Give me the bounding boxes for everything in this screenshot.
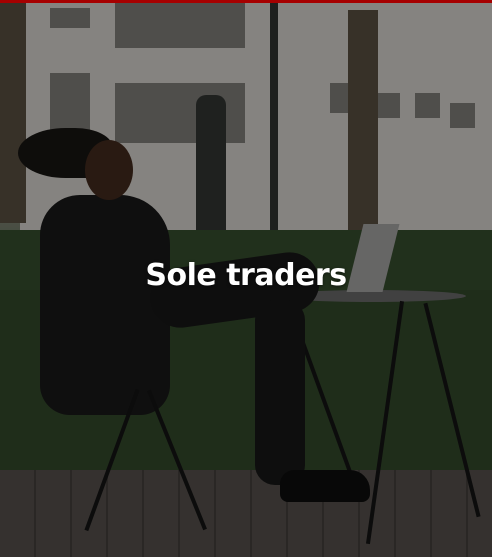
card-title[interactable]: Sole traders — [0, 258, 492, 293]
sole-traders-card[interactable]: Sole traders — [0, 0, 492, 557]
